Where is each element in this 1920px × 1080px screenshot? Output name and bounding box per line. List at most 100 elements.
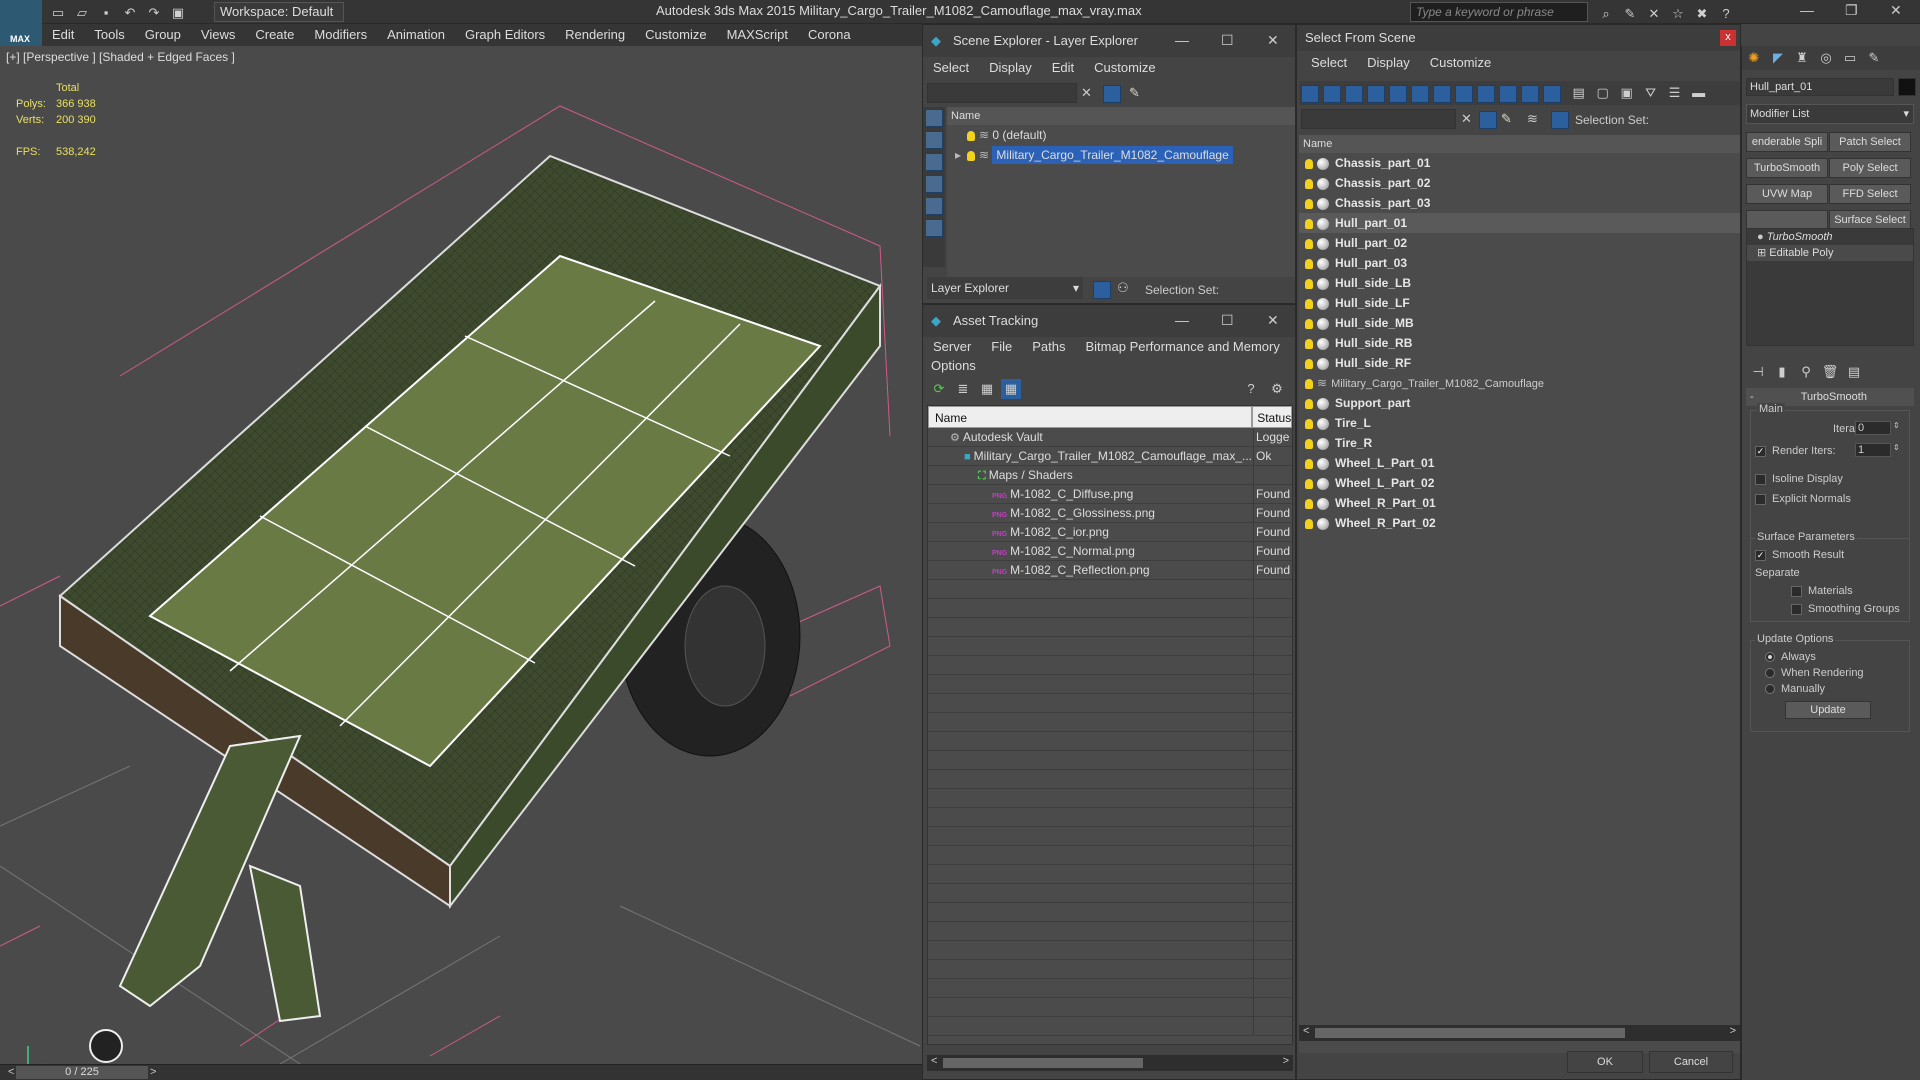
remove-modifier-icon[interactable]: 🗑 — [1820, 362, 1840, 382]
modifier-button-poly-select[interactable]: Poly Select — [1829, 158, 1911, 178]
asset-row[interactable]: ⚙ Autodesk Vault Logge — [928, 428, 1292, 448]
light-bulb-icon[interactable] — [1305, 218, 1313, 229]
at-settings-icon[interactable]: ⚙ — [1267, 379, 1287, 399]
light-bulb-icon[interactable] — [1305, 258, 1313, 269]
select-none-icon[interactable]: ▢ — [1593, 83, 1613, 103]
menu-customize[interactable]: Customize — [635, 24, 716, 46]
spinner-arrows-icon[interactable]: ⇕ — [1893, 421, 1900, 430]
modifier-button-turbosmooth[interactable]: TurboSmooth — [1746, 158, 1828, 178]
scroll-right-icon[interactable]: > — [1283, 1055, 1289, 1067]
new-file-icon[interactable]: ▭ — [48, 3, 68, 23]
display-shapes-icon[interactable] — [925, 175, 943, 193]
redo-icon[interactable]: ↷ — [144, 3, 164, 23]
at-menu-bitmap-performance-and-memory[interactable]: Bitmap Performance and Memory — [1076, 337, 1290, 357]
sfs-object-row[interactable]: Hull_side_LF — [1299, 293, 1740, 313]
refresh-icon[interactable]: ⟳ — [929, 379, 949, 399]
sfs-close-button[interactable]: x — [1720, 30, 1736, 46]
menu-edit[interactable]: Edit — [42, 24, 84, 46]
sfs-collapse-icon[interactable]: ▬ — [1689, 83, 1709, 103]
spinner-arrows-icon[interactable]: ⇕ — [1893, 443, 1900, 452]
asset-row[interactable]: PNG M-1082_C_ior.png Found — [928, 523, 1292, 544]
project-icon[interactable]: ▣ — [168, 3, 188, 23]
sfs-search-input[interactable] — [1301, 109, 1456, 129]
filter-spacewarps-icon[interactable] — [1411, 84, 1429, 103]
update-button[interactable]: Update — [1785, 701, 1871, 719]
workspace-dropdown[interactable]: Workspace: Default ▾ — [214, 2, 344, 37]
undo-icon[interactable]: ↶ — [120, 3, 140, 23]
sfs-object-row[interactable]: Hull_side_MB — [1299, 313, 1740, 333]
light-bulb-icon[interactable] — [1305, 498, 1313, 509]
save-icon[interactable]: ▪ — [96, 3, 116, 23]
close-x-icon[interactable]: ✖ — [1692, 4, 1712, 24]
at-maximize-icon[interactable]: ☐ — [1221, 312, 1234, 329]
sfs-object-row[interactable]: ≋ Military_Cargo_Trailer_M1082_Camouflage — [1299, 373, 1740, 393]
light-bulb-icon[interactable] — [1305, 278, 1313, 289]
light-bulb-icon[interactable] — [1305, 418, 1313, 429]
utilities-tab-icon[interactable]: ✎ — [1864, 48, 1884, 68]
se-close-icon[interactable]: ✕ — [1267, 32, 1279, 49]
sfs-object-row[interactable]: Hull_side_RB — [1299, 333, 1740, 353]
se-maximize-icon[interactable]: ☐ — [1221, 32, 1234, 49]
motion-tab-icon[interactable]: ◎ — [1816, 48, 1836, 68]
expand-arrow-icon[interactable]: ▸ — [955, 145, 961, 165]
menu-group[interactable]: Group — [135, 24, 191, 46]
cancel-button[interactable]: Cancel — [1649, 1051, 1733, 1073]
se-menu-edit[interactable]: Edit — [1042, 57, 1084, 79]
time-slider[interactable]: < 0 / 225 > — [0, 1064, 922, 1080]
render-iters-spinner[interactable]: 1 — [1855, 443, 1891, 457]
render-iters-checkbox[interactable]: ✓ Render Iters: — [1755, 445, 1836, 457]
tools-icon[interactable]: ✎ — [1620, 4, 1640, 24]
sfs-scroll-right-icon[interactable]: > — [1730, 1025, 1736, 1037]
light-bulb-icon[interactable] — [1305, 398, 1313, 409]
at-menu-server[interactable]: Server — [923, 337, 981, 357]
se-search-input[interactable] — [927, 83, 1077, 103]
modifier-button-surface-select[interactable]: Surface Select — [1829, 210, 1911, 230]
manually-radio[interactable]: Manually — [1765, 683, 1825, 695]
isoline-checkbox[interactable]: Isoline Display — [1755, 473, 1843, 485]
light-bulb-icon[interactable] — [1305, 518, 1313, 529]
display-lights-icon[interactable] — [925, 197, 943, 215]
object-name-field[interactable]: Hull_part_01 — [1746, 78, 1894, 96]
se-menu-display[interactable]: Display — [979, 57, 1042, 79]
light-bulb-icon[interactable] — [1305, 298, 1313, 309]
display-none-icon[interactable] — [925, 109, 943, 127]
menu-graph-editors[interactable]: Graph Editors — [455, 24, 555, 46]
se-menu-select[interactable]: Select — [923, 57, 979, 79]
light-bulb-icon[interactable] — [1305, 358, 1313, 369]
binoculars-icon[interactable]: ⌕ — [1596, 4, 1616, 24]
create-tab-icon[interactable]: ✺ — [1744, 48, 1764, 68]
sfs-object-row[interactable]: Wheel_R_Part_02 — [1299, 513, 1740, 533]
show-end-result-icon[interactable]: ▮ — [1772, 362, 1792, 382]
filter-lights-icon[interactable] — [1345, 84, 1363, 103]
sfs-filter-funnel-icon[interactable]: ⛛ — [1641, 83, 1661, 103]
sfs-object-row[interactable]: Hull_side_RF — [1299, 353, 1740, 373]
light-bulb-icon[interactable] — [1305, 478, 1313, 489]
light-bulb-icon[interactable] — [1305, 458, 1313, 469]
close-icon[interactable]: ✕ — [1890, 2, 1902, 19]
at-scroll-thumb[interactable] — [943, 1058, 1143, 1068]
sfs-object-row[interactable]: Wheel_L_Part_01 — [1299, 453, 1740, 473]
filter-cameras-icon[interactable] — [1367, 84, 1385, 103]
hierarchy-mode-icon[interactable]: ⚇ — [1117, 280, 1129, 296]
se-minimize-icon[interactable]: — — [1175, 32, 1189, 48]
perspective-viewport[interactable]: [+] [Perspective ] [Shaded + Edged Faces… — [0, 46, 922, 1064]
search-input[interactable]: Type a keyword or phrase — [1410, 2, 1588, 22]
sfs-hier-mode-icon[interactable] — [1551, 111, 1569, 129]
sfs-object-row[interactable]: Hull_part_03 — [1299, 253, 1740, 273]
select-invert-icon[interactable]: ▣ — [1617, 83, 1637, 103]
modifier-button-empty[interactable] — [1746, 210, 1828, 230]
at-menu-options[interactable]: Options — [923, 357, 1295, 375]
sfs-layers-icon[interactable]: ≋ — [1527, 111, 1538, 127]
sfs-object-row[interactable]: Tire_R — [1299, 433, 1740, 453]
modifier-list-dropdown[interactable]: Modifier List ▾ — [1746, 104, 1914, 124]
se-menu-customize[interactable]: Customize — [1084, 57, 1165, 79]
ok-button[interactable]: OK — [1567, 1051, 1643, 1073]
light-bulb-icon[interactable] — [1305, 238, 1313, 249]
configure-sets-icon[interactable]: ▤ — [1844, 362, 1864, 382]
app-logo[interactable]: MAX — [0, 0, 42, 46]
stack-item-editable-poly[interactable]: ⊞ Editable Poly — [1747, 245, 1913, 261]
select-all-icon[interactable]: ▤ — [1569, 83, 1589, 103]
timeline-prev-icon[interactable]: < — [8, 1066, 14, 1078]
sfs-object-row[interactable]: Wheel_R_Part_01 — [1299, 493, 1740, 513]
sfs-menu-display[interactable]: Display — [1357, 51, 1420, 75]
